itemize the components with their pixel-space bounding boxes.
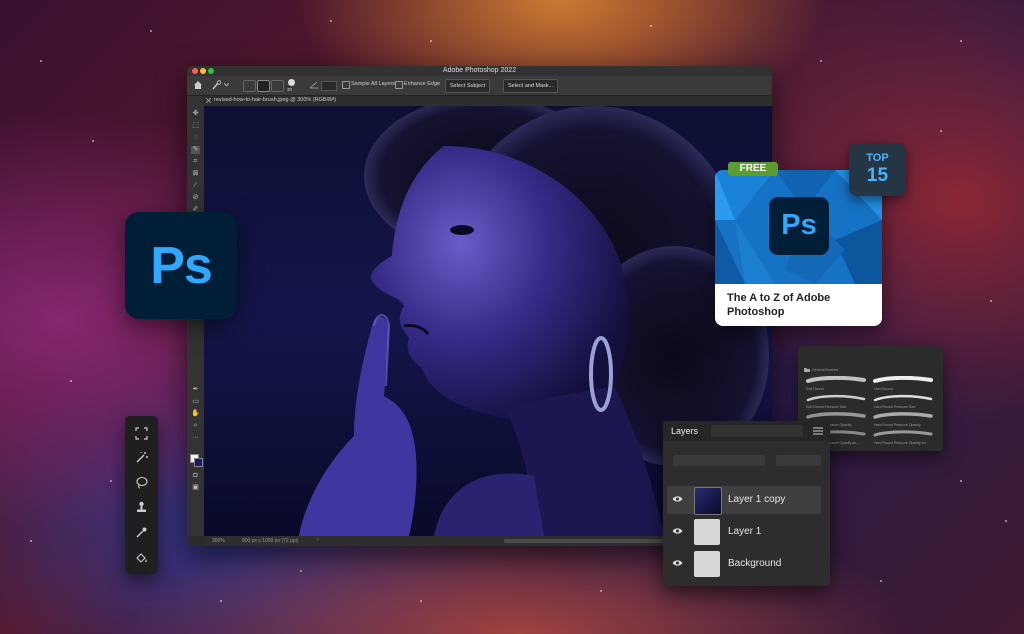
layer-thumbnail — [694, 519, 720, 545]
floating-toolbox — [125, 416, 158, 574]
sample-all-layers-label: Sample All Layers — [351, 81, 396, 87]
visibility-eye-icon[interactable] — [672, 527, 683, 535]
layer-filter-bar[interactable] — [673, 455, 765, 466]
photoshop-logo: Ps — [125, 212, 237, 319]
close-tab-icon[interactable] — [206, 98, 211, 103]
layers-panel: Layers Layer 1 copy Layer 1 Background — [663, 421, 830, 586]
brush-label-hard-round-pressure-opacity: Hard Round Pressure Opacity — [874, 423, 921, 427]
layer-thumbnail — [694, 551, 720, 577]
blend-mode-dropdown[interactable] — [776, 455, 821, 466]
eyedropper-tool-icon[interactable]: ⁄ — [191, 182, 200, 190]
new-selection-button[interactable] — [243, 80, 256, 92]
course-card-title: The A to Z of Adobe Photoshop — [727, 292, 831, 318]
sample-all-layers-checkbox[interactable] — [342, 81, 350, 89]
screen-mode-icon[interactable]: ▣ — [191, 484, 200, 492]
frame-tool-icon[interactable]: ⊠ — [191, 170, 200, 178]
enhance-edge-label: Enhance Edge — [404, 81, 441, 87]
course-card-logo-text: Ps — [781, 209, 817, 241]
top-15-badge: TOP 15 — [849, 143, 906, 196]
healing-brush-tool-icon[interactable]: ⊘ — [191, 194, 200, 202]
layer-name: Layer 1 — [728, 526, 762, 537]
course-card-ps-logo: Ps — [769, 197, 829, 255]
layers-panel-header: Layers — [663, 421, 830, 441]
quick-mask-icon[interactable]: ◘ — [191, 472, 200, 480]
folder-icon[interactable] — [804, 368, 810, 372]
brush-label-hard-round: Hard Round — [874, 387, 893, 391]
brush-stroke-soft-round-pressure-size[interactable] — [806, 394, 866, 402]
zoom-tool-icon[interactable]: ⌕ — [191, 422, 200, 430]
brush-size-dot[interactable] — [288, 79, 295, 86]
background-color-swatch[interactable] — [194, 458, 203, 467]
move-tool-icon[interactable]: ✥ — [191, 110, 200, 118]
chevron-down-icon[interactable] — [224, 83, 229, 87]
brush-stroke-hard-round[interactable] — [873, 376, 933, 384]
magic-wand-icon[interactable] — [125, 447, 158, 467]
status-document-size: 800 px x 1069 px (72 ppi) — [242, 538, 299, 544]
options-bar: 30 Sample All Layers Enhance Edge Select… — [187, 76, 772, 96]
add-to-selection-button[interactable] — [257, 80, 270, 92]
layers-panel-title: Layers — [671, 426, 699, 436]
layer-name: Background — [728, 558, 782, 569]
free-badge: FREE — [728, 162, 778, 176]
stamp-icon[interactable] — [125, 497, 158, 517]
quick-selection-tool-icon[interactable] — [211, 80, 222, 90]
brush-stroke-soft-round-pressure-opacity[interactable] — [806, 412, 866, 420]
window-title: Adobe Photoshop 2022 — [442, 67, 517, 74]
horizontal-scrollbar[interactable] — [504, 539, 664, 543]
panel-menu-icon[interactable] — [813, 427, 823, 435]
hand-tool-icon[interactable]: ✋ — [191, 410, 200, 418]
crop-tool-icon[interactable]: ⌗ — [191, 158, 200, 166]
layer-row[interactable]: Background — [667, 550, 821, 578]
angle-field[interactable] — [321, 81, 337, 91]
brush-stroke-hard-round-pressure-opacity[interactable] — [873, 412, 933, 420]
brush-stroke-hard-round-pressure-opacity-and-flow[interactable] — [873, 430, 933, 438]
brush-size-value: 30 — [287, 87, 293, 92]
layer-thumbnail — [694, 487, 722, 515]
visibility-eye-icon[interactable] — [672, 559, 683, 567]
lasso-icon[interactable] — [125, 472, 158, 492]
brush-label-hard-round-pressure-opacity-and-flow: Hard Round Pressure Opacity an... — [874, 441, 929, 445]
layer-name: Layer 1 copy — [728, 494, 786, 505]
layers-header-blank — [711, 425, 803, 437]
visibility-eye-icon[interactable] — [672, 495, 683, 503]
subtract-from-selection-button[interactable] — [271, 80, 284, 92]
top-badge-number: 15 — [866, 165, 889, 186]
document-tab[interactable]: revised-how-to-hair-brush.jpeg @ 300% (R… — [214, 97, 336, 103]
brush-label-hard-round-pressure-size: Hard Round Pressure Size — [874, 405, 916, 409]
eyedropper-icon[interactable] — [125, 522, 158, 542]
select-subject-button[interactable]: Select Subject — [445, 79, 491, 93]
title-bar: Adobe Photoshop 2022 — [187, 66, 772, 76]
brush-stroke-soft-round[interactable] — [806, 376, 866, 384]
enhance-edge-checkbox[interactable] — [395, 81, 403, 89]
brush-label-soft-round-pressure-size: Soft Round Pressure Size — [806, 405, 847, 409]
brush-group-label: General Brushes — [812, 368, 839, 372]
layer-row[interactable]: Layer 1 — [667, 518, 821, 546]
status-chevron-icon[interactable]: › — [317, 537, 319, 543]
more-tools-icon[interactable]: ··· — [191, 434, 200, 442]
top-badge-label: TOP — [866, 152, 889, 164]
marquee-tool-icon[interactable]: ⬚ — [191, 122, 200, 130]
select-and-mask-button[interactable]: Select and Mask... — [503, 79, 559, 93]
lasso-tool-icon[interactable]: ◌ — [191, 134, 200, 142]
quick-selection-tool-icon[interactable]: ✎ — [191, 146, 200, 154]
brush-stroke-hard-round-pressure-size[interactable] — [873, 394, 933, 402]
brush-label-soft-round: Soft Round — [806, 387, 824, 391]
rectangle-tool-icon[interactable]: ▭ — [191, 398, 200, 406]
marquee-icon[interactable] — [125, 423, 158, 443]
paint-bucket-icon[interactable] — [125, 547, 158, 567]
pen-tool-icon[interactable]: ✒ — [191, 386, 200, 394]
home-icon[interactable] — [193, 80, 203, 90]
layer-row[interactable]: Layer 1 copy — [667, 486, 821, 515]
angle-icon[interactable] — [309, 81, 319, 89]
status-zoom: 300% — [212, 538, 225, 544]
photoshop-logo-text: Ps — [150, 237, 213, 295]
